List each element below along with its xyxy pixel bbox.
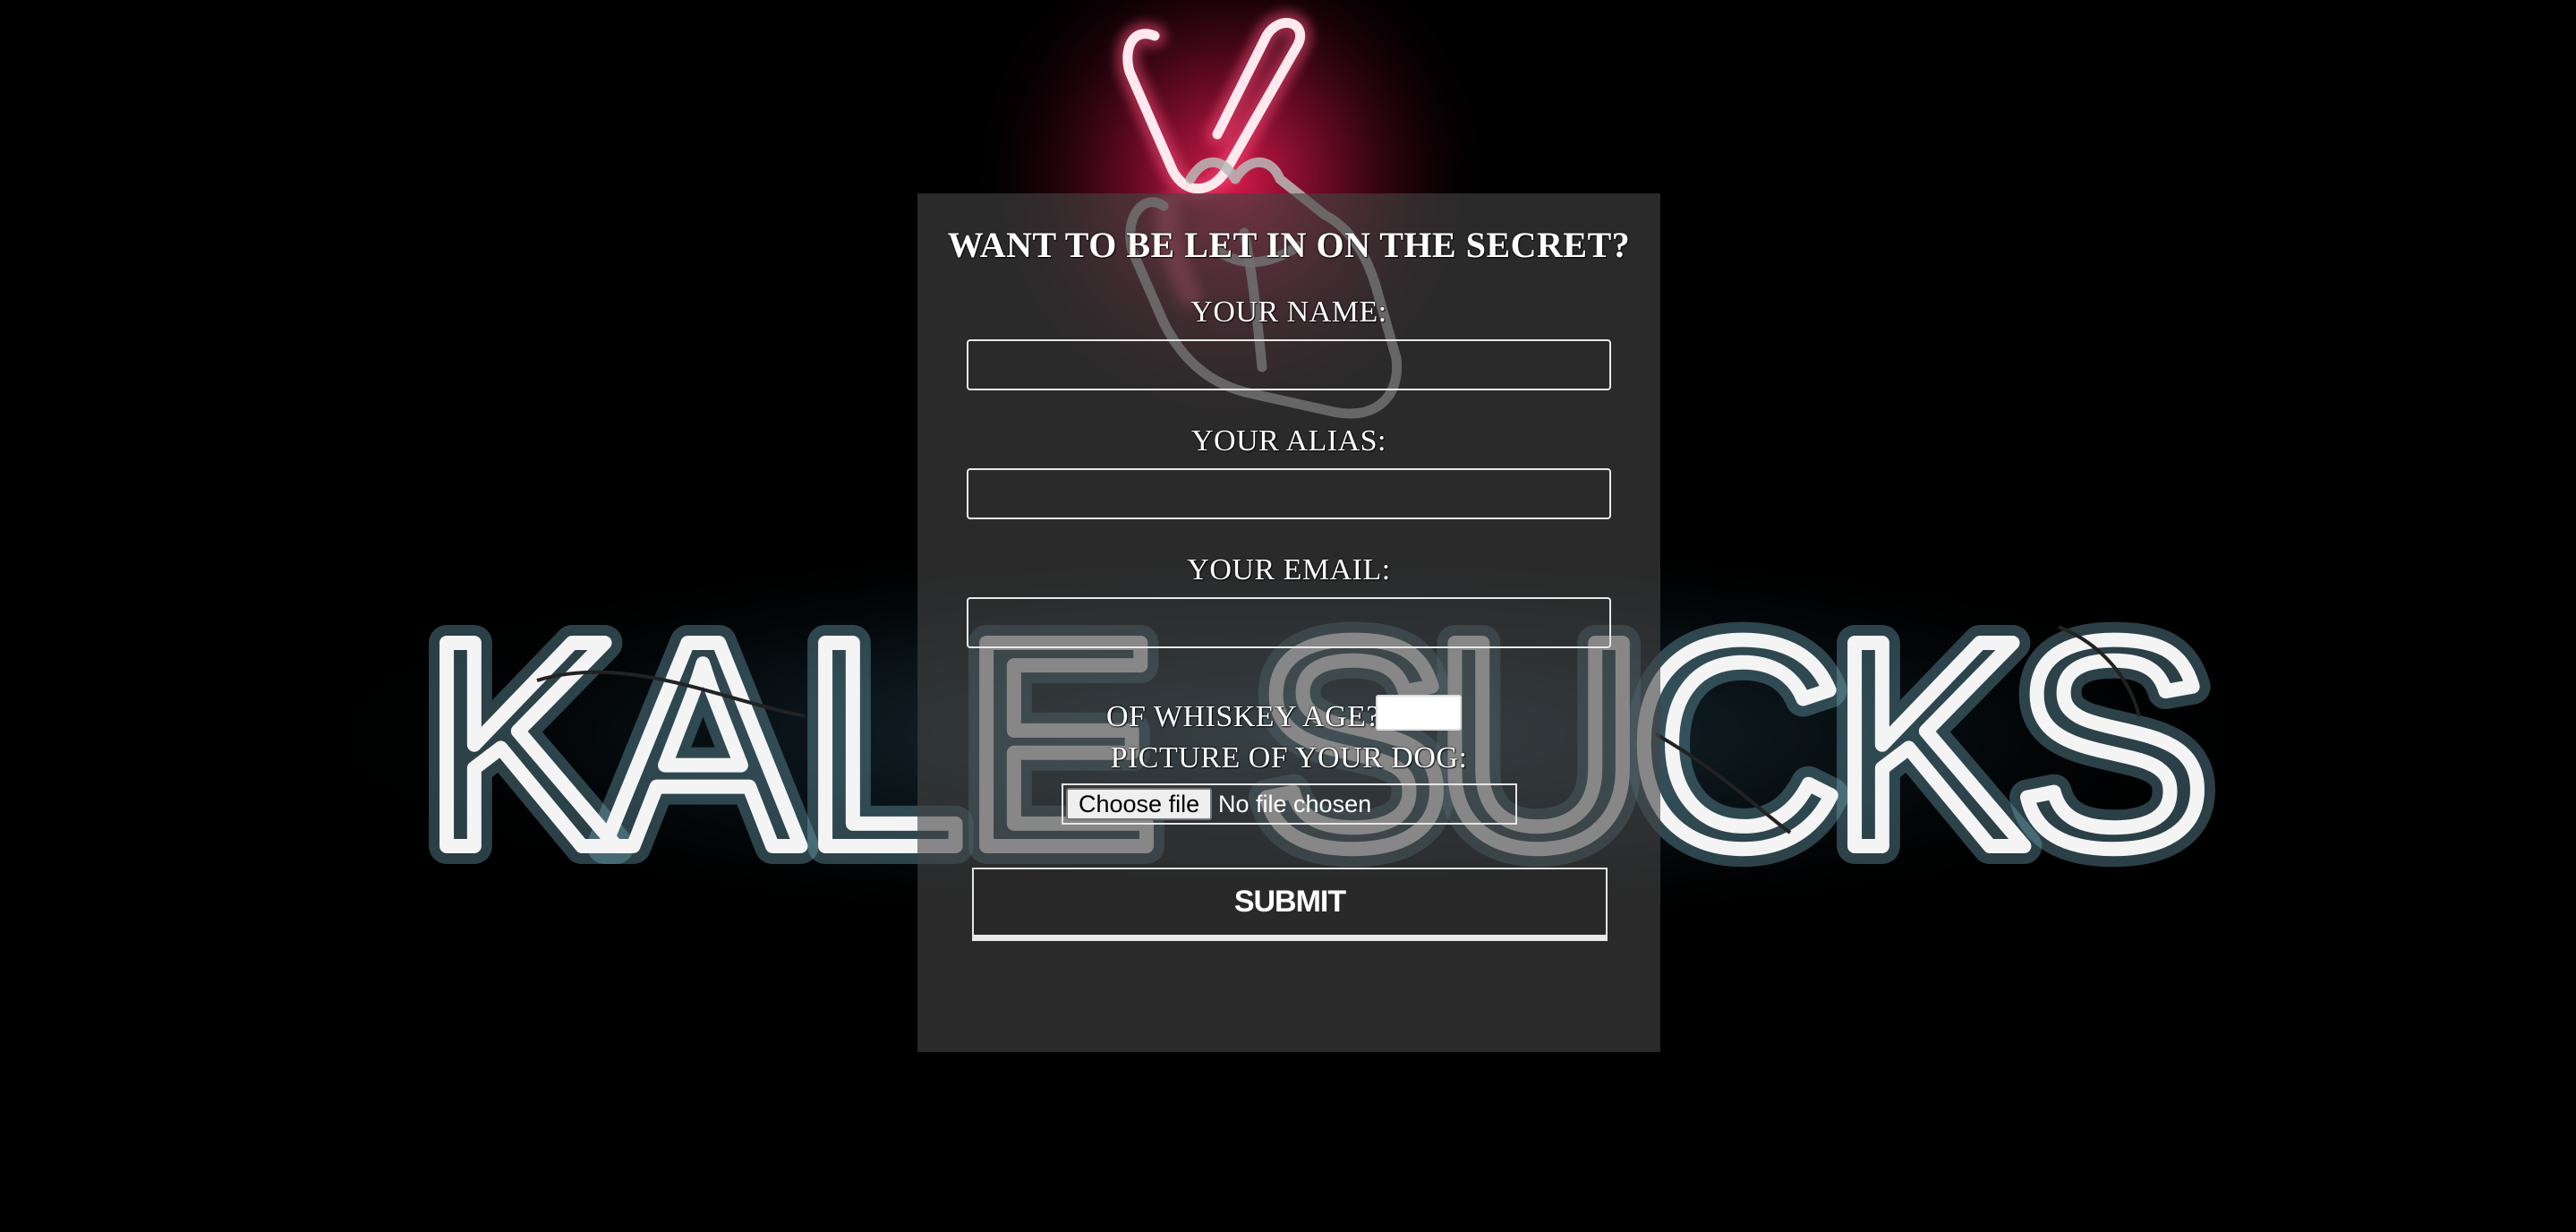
neon-letter: K	[422, 578, 619, 909]
secret-signup-form: WANT TO BE LET IN ON THE SECRET? YOUR NA…	[917, 193, 1660, 1052]
name-label: YOUR NAME:	[1190, 295, 1387, 329]
name-input[interactable]	[967, 339, 1611, 390]
neon-letter: S	[2014, 578, 2211, 909]
email-label: YOUR EMAIL:	[1187, 553, 1391, 586]
submit-button[interactable]: SUBMIT	[972, 868, 1608, 941]
dog-picture-label: PICTURE OF YOUR DOG:	[1110, 741, 1468, 774]
alias-input[interactable]	[967, 468, 1611, 519]
dog-picture-file-input[interactable]: Choose file No file chosen	[1062, 783, 1517, 825]
neon-letter: C	[1629, 578, 1842, 909]
email-input[interactable]	[967, 597, 1611, 648]
neon-letter: K	[1830, 578, 2027, 909]
choose-file-button[interactable]: Choose file	[1066, 788, 1213, 820]
file-status-text: No file chosen	[1218, 791, 1372, 817]
whiskey-age-row: OF WHISKEY AGE?	[917, 695, 1660, 733]
neon-letter: A	[604, 578, 803, 909]
alias-label: YOUR ALIAS:	[1190, 424, 1387, 458]
page-background: K A L E S U C K S K A L E S U C K S WANT…	[0, 0, 2576, 1232]
whiskey-age-input[interactable]	[1376, 695, 1462, 731]
whiskey-age-label: OF WHISKEY AGE?	[1106, 700, 1380, 733]
form-title: WANT TO BE LET IN ON THE SECRET?	[947, 225, 1631, 265]
